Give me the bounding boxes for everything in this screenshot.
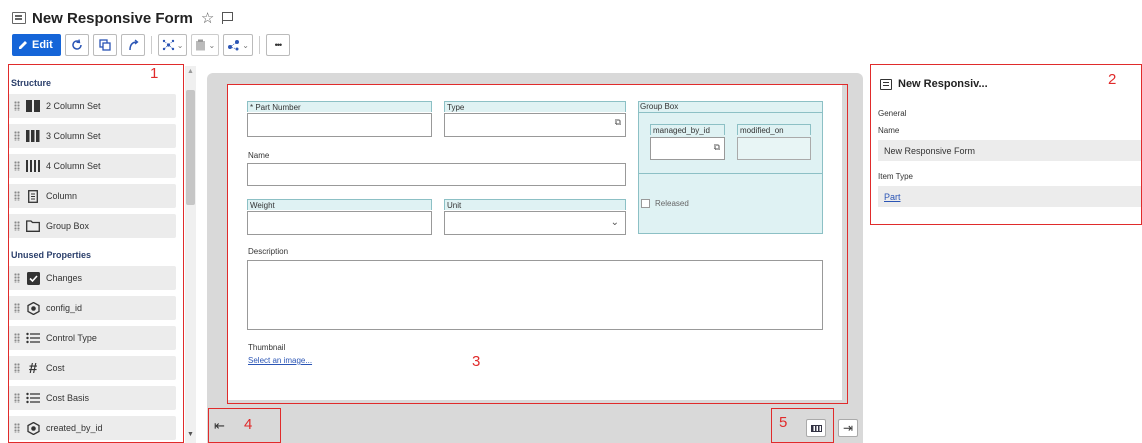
toolbox-scrollbar-thumb[interactable]: [186, 90, 195, 205]
annotation-number-1: 1: [150, 65, 159, 82]
undo-button[interactable]: [120, 34, 145, 56]
toolbar: Edit ⌄ ⌄ ⌄ •••: [12, 34, 290, 56]
annotation-number-2: 2: [1108, 71, 1117, 88]
title-bar: New Responsive Form ☆: [12, 8, 234, 28]
chevron-down-icon: ⌄: [242, 40, 249, 50]
edit-button[interactable]: Edit: [12, 34, 61, 56]
annotation-number-3: 3: [472, 353, 481, 370]
form-icon: [12, 12, 26, 24]
flag-icon[interactable]: [222, 12, 234, 24]
clipboard-dropdown-button[interactable]: ⌄: [191, 34, 220, 56]
expand-right-icon[interactable]: ⇥: [838, 419, 858, 437]
pencil-icon: [19, 41, 27, 49]
network-dropdown-button[interactable]: ⌄: [157, 34, 188, 56]
network-icon: [162, 39, 174, 51]
clipboard-icon: [196, 39, 206, 51]
copy-icon: [99, 39, 111, 51]
scroll-up-icon[interactable]: ▲: [187, 68, 194, 75]
annotation-number-4: 4: [244, 416, 253, 433]
scroll-down-icon[interactable]: ▼: [187, 431, 194, 438]
curved-arrow-icon: [129, 39, 139, 51]
refresh-icon: [72, 39, 82, 50]
more-button[interactable]: •••: [265, 34, 290, 56]
copy-button[interactable]: [92, 34, 117, 56]
chevron-down-icon: ⌄: [176, 40, 184, 50]
refresh-button[interactable]: [64, 34, 89, 56]
annotation-box-3: [227, 84, 848, 404]
annotation-box-1: [8, 64, 184, 443]
annotation-box-2: [870, 64, 1142, 225]
page-title: New Responsive Form: [32, 9, 193, 27]
edit-button-label: Edit: [32, 39, 53, 51]
toolbar-divider: [150, 36, 152, 54]
favorite-star-icon[interactable]: ☆: [201, 9, 214, 27]
share-nodes-icon: [228, 40, 240, 51]
toolbar-divider: [258, 36, 260, 54]
share-dropdown-button[interactable]: ⌄: [223, 34, 253, 56]
chevron-down-icon: ⌄: [208, 40, 216, 50]
annotation-number-5: 5: [779, 414, 788, 431]
more-icon: •••: [274, 40, 283, 50]
